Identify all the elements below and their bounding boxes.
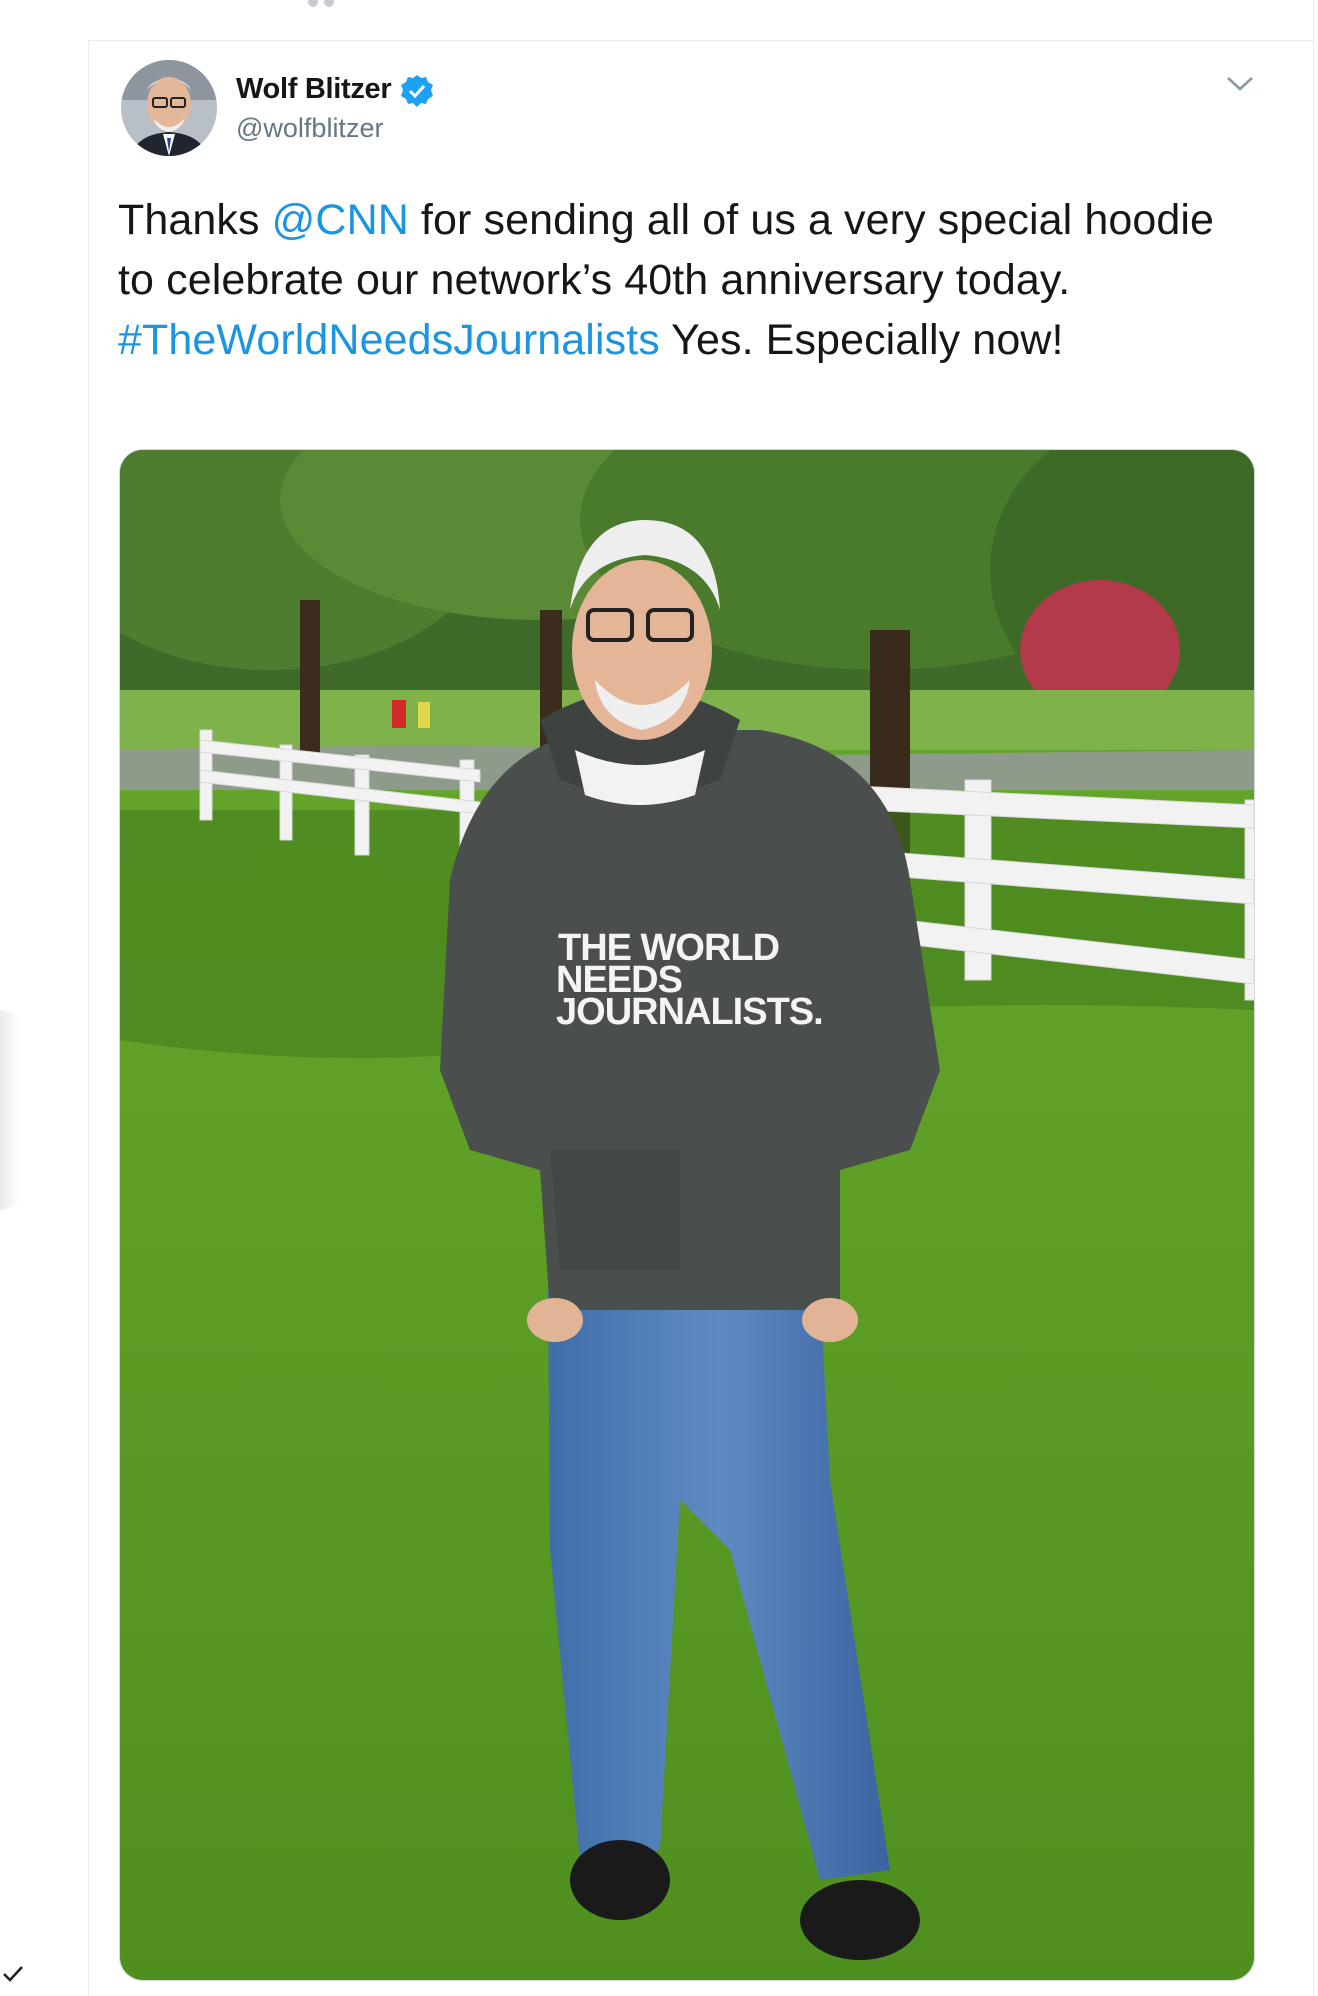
checkmark-icon — [2, 1964, 24, 1988]
left-panel — [0, 0, 89, 1996]
author-name[interactable]: Wolf Blitzer — [236, 72, 392, 106]
tweet-text-part: Yes. Especially now! — [659, 316, 1064, 364]
hashtag-link[interactable]: #TheWorldNeedsJournalists — [118, 316, 660, 364]
hoodie-text-line3: JOURNALISTS. — [556, 991, 823, 1033]
mention-link[interactable]: @CNN — [272, 196, 409, 244]
tweet-text-part: Thanks — [118, 196, 272, 244]
author-handle[interactable]: @wolfblitzer — [236, 112, 383, 144]
tweet-text: Thanks @CNN for sending all of us a very… — [118, 190, 1258, 370]
previous-tweet-fragment — [308, 0, 348, 7]
previous-tweet-edge — [88, 0, 1313, 41]
verified-badge-icon — [400, 74, 434, 108]
tweet-photo[interactable]: THE WORLD NEEDS JOURNALISTS. — [119, 449, 1255, 1981]
panel-shadow — [0, 1010, 22, 1210]
avatar[interactable] — [121, 60, 217, 156]
chevron-down-icon[interactable] — [1224, 70, 1256, 96]
